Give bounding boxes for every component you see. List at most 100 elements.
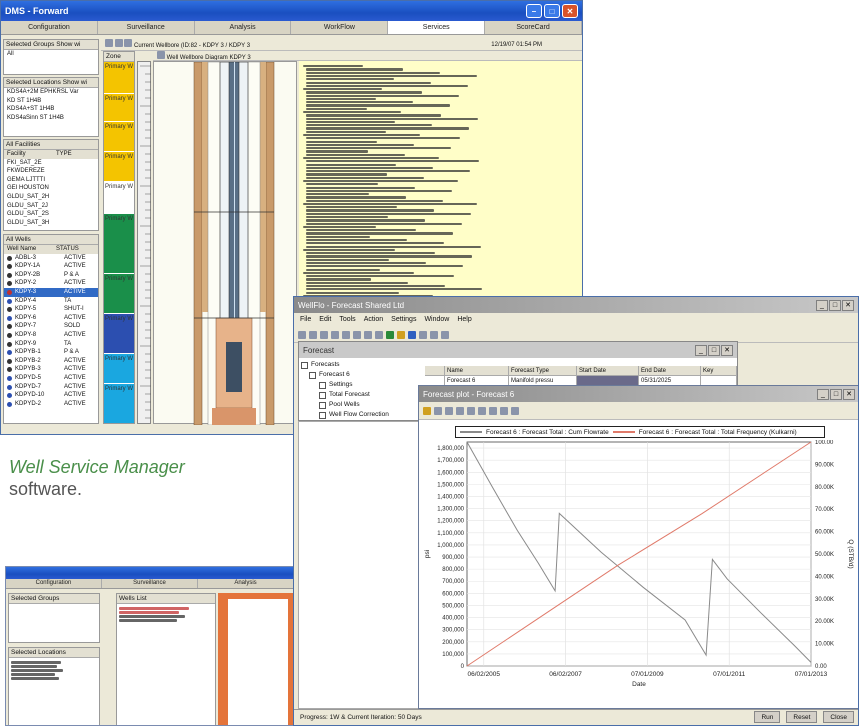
tab-surveillance[interactable]: Surveillance xyxy=(98,21,195,34)
close-icon[interactable]: ✕ xyxy=(721,344,733,356)
zone-segment[interactable]: Primary W xyxy=(104,152,134,181)
zone-segment[interactable]: Primary W xyxy=(104,314,134,353)
copy-icon[interactable] xyxy=(489,406,497,415)
table-row[interactable]: GLDU_SAT_2J xyxy=(4,202,98,211)
list-item[interactable]: All xyxy=(4,50,98,59)
table-row[interactable]: KDPYD-7 ACTIVE xyxy=(4,383,98,392)
chart-icon[interactable] xyxy=(397,330,405,339)
menu-action[interactable]: Action xyxy=(364,313,383,327)
table-row[interactable]: KDPY-4 TA xyxy=(4,297,98,306)
main-window-titlebar[interactable]: DMS - Forward – □ ✕ xyxy=(1,1,582,21)
zone-segment[interactable]: Primary W xyxy=(104,274,134,313)
table-row[interactable]: KDPY-9 TA xyxy=(4,340,98,349)
minimize-icon[interactable]: _ xyxy=(695,344,707,356)
well-icon[interactable] xyxy=(408,330,416,339)
maximize-icon[interactable]: □ xyxy=(829,299,841,311)
table-row[interactable]: KDPY-2B P & A xyxy=(4,271,98,280)
table-row[interactable]: KDPY-1A ACTIVE xyxy=(4,262,98,271)
tab-workflow[interactable]: WorkFlow xyxy=(291,21,389,34)
table-row[interactable]: KDPYD-5 ACTIVE xyxy=(4,374,98,383)
tab-configuration[interactable]: Configuration xyxy=(1,21,98,34)
tab-surveillance[interactable]: Surveillance xyxy=(102,579,198,588)
save-icon[interactable] xyxy=(511,406,519,415)
run-icon[interactable] xyxy=(386,330,394,339)
menu-edit[interactable]: Edit xyxy=(319,313,331,327)
tab-configuration[interactable]: Configuration xyxy=(6,579,102,588)
list-item[interactable]: KD ST 1H4B xyxy=(4,97,98,106)
zone-segment[interactable]: Primary W xyxy=(104,94,134,121)
table-row[interactable]: KDPY-8 ACTIVE xyxy=(4,331,98,340)
table-row[interactable]: KDPYD-2 ACTIVE xyxy=(4,400,98,409)
tree-item-total-forecast[interactable]: Total Forecast xyxy=(301,390,419,400)
zone-segment[interactable]: Primary W xyxy=(104,214,134,273)
menu-window[interactable]: Window xyxy=(424,313,449,327)
maximize-icon[interactable]: □ xyxy=(544,4,560,18)
open-icon[interactable] xyxy=(309,330,317,339)
forecast-subwindow-titlebar[interactable]: Forecast _ □ ✕ xyxy=(299,342,737,358)
table-row[interactable]: FKWDEREZE xyxy=(4,167,98,176)
print-icon[interactable] xyxy=(478,406,486,415)
list-item[interactable]: KDS4A+ST 1H4B xyxy=(4,105,98,114)
zoom-out-icon[interactable] xyxy=(445,406,453,415)
export-icon[interactable] xyxy=(500,406,508,415)
tab-analysis[interactable]: Analysis xyxy=(198,579,294,588)
pan-icon[interactable] xyxy=(456,406,464,415)
list-item[interactable]: KDS4A+2M EPHKRSL Var xyxy=(4,88,98,97)
tab-scorecard[interactable]: ScoreCard xyxy=(485,21,582,34)
folder-icon[interactable] xyxy=(423,406,431,415)
table-row[interactable]: GLDU_SAT_3H xyxy=(4,219,98,228)
tab-analysis[interactable]: Analysis xyxy=(195,21,292,34)
tab-services[interactable]: Services xyxy=(388,21,486,34)
copy-icon[interactable] xyxy=(364,330,372,339)
save-icon[interactable] xyxy=(320,330,328,339)
minimize-icon[interactable]: – xyxy=(526,4,542,18)
table-row[interactable]: KDPY-6 ACTIVE xyxy=(4,314,98,323)
zone-segment[interactable]: Primary W xyxy=(104,354,134,383)
zoom-icon[interactable] xyxy=(342,330,350,339)
table-row[interactable]: GLDU_SAT_2H xyxy=(4,193,98,202)
menu-tools[interactable]: Tools xyxy=(339,313,355,327)
table-row[interactable]: KDPYD-10 ACTIVE xyxy=(4,391,98,400)
close-icon[interactable]: ✕ xyxy=(843,388,855,400)
minimize-icon[interactable]: _ xyxy=(817,388,829,400)
grid-icon[interactable] xyxy=(419,330,427,339)
bottom-window-titlebar[interactable] xyxy=(6,567,294,579)
tree-item-pool-wells[interactable]: Pool Wells xyxy=(301,400,419,410)
menu-file[interactable]: File xyxy=(300,313,311,327)
table-row[interactable]: KDPY-2 ACTIVE xyxy=(4,279,98,288)
maximize-icon[interactable]: □ xyxy=(708,344,720,356)
print-icon[interactable] xyxy=(124,39,133,47)
close-button[interactable]: Close xyxy=(823,711,854,723)
tree-item-forecasts[interactable]: Forecasts xyxy=(301,360,419,370)
minimize-icon[interactable]: _ xyxy=(816,299,828,311)
list-item[interactable]: KDS4aSinn ST 1H4B xyxy=(4,114,98,123)
zone-segment[interactable]: Primary W xyxy=(104,122,134,151)
table-row[interactable]: GLDU_SAT_2S xyxy=(4,210,98,219)
table-row[interactable]: KDPYB-3 ACTIVE xyxy=(4,365,98,374)
close-icon[interactable]: ✕ xyxy=(842,299,854,311)
table-row[interactable]: ADBL-3 ACTIVE xyxy=(4,254,98,263)
menu-help[interactable]: Help xyxy=(457,313,471,327)
nav-back-icon[interactable] xyxy=(105,39,113,47)
table-row[interactable]: GEMA LJTTTI xyxy=(4,176,98,185)
menu-settings[interactable]: Settings xyxy=(391,313,416,327)
zoom-in-icon[interactable] xyxy=(434,406,442,415)
forecast-window-titlebar[interactable]: WellFlo - Forecast Shared Ltd _ □ ✕ xyxy=(294,297,858,313)
table-row[interactable]: KDPYB-1 P & A xyxy=(4,348,98,357)
zone-segment[interactable]: Primary W xyxy=(104,384,134,423)
close-icon[interactable]: ✕ xyxy=(562,4,578,18)
cut-icon[interactable] xyxy=(353,330,361,339)
print-icon[interactable] xyxy=(331,330,339,339)
layout-icon[interactable] xyxy=(441,330,449,339)
paste-icon[interactable] xyxy=(375,330,383,339)
run-button[interactable]: Run xyxy=(754,711,781,723)
tree-item-forecast-6[interactable]: Forecast 6 xyxy=(301,370,419,380)
table-row[interactable]: KDPYB-2 ACTIVE xyxy=(4,357,98,366)
table-icon[interactable] xyxy=(430,330,438,339)
table-row[interactable]: FKI_SAT_2E xyxy=(4,159,98,168)
maximize-icon[interactable]: □ xyxy=(830,388,842,400)
new-icon[interactable] xyxy=(298,330,306,339)
reset-button[interactable]: Reset xyxy=(786,711,818,723)
table-row[interactable]: GEI HOUSTON xyxy=(4,184,98,193)
nav-forward-icon[interactable] xyxy=(114,39,123,47)
